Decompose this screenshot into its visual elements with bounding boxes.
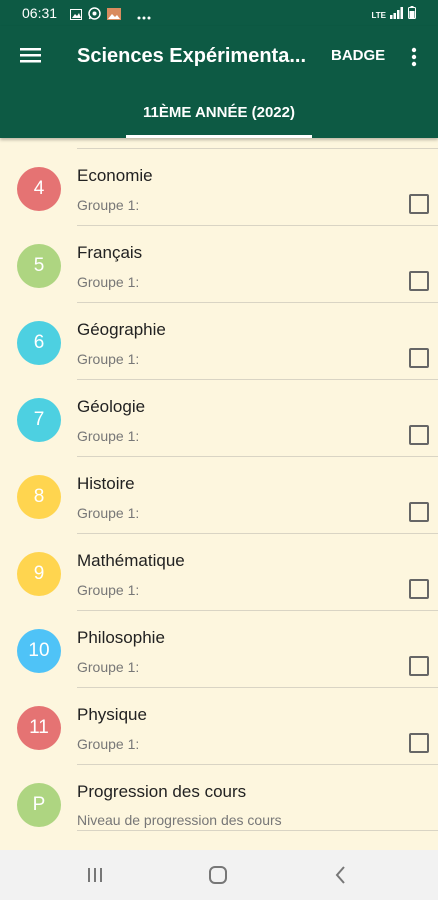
battery-icon bbox=[408, 6, 416, 24]
subject-group: Groupe 1: bbox=[77, 505, 140, 521]
recent-apps-icon bbox=[80, 868, 110, 892]
progress-badge: P bbox=[17, 783, 61, 827]
lte-icon: LTE bbox=[371, 10, 386, 20]
list-divider bbox=[77, 830, 438, 831]
list-item[interactable]: 8 Histoire Groupe 1: bbox=[0, 457, 438, 534]
subject-title: Géographie bbox=[77, 320, 166, 339]
subject-number-badge: 7 bbox=[17, 398, 61, 442]
recent-apps-button[interactable] bbox=[80, 862, 110, 888]
subject-number-badge: 6 bbox=[17, 321, 61, 365]
menu-button[interactable] bbox=[14, 38, 48, 72]
subject-checkbox[interactable] bbox=[409, 502, 429, 522]
subject-checkbox[interactable] bbox=[409, 656, 429, 676]
hamburger-menu-icon bbox=[14, 48, 48, 76]
list-item[interactable]: 6 Géographie Groupe 1: bbox=[0, 303, 438, 380]
subject-group: Groupe 1: bbox=[77, 351, 140, 367]
back-icon bbox=[326, 866, 356, 892]
badge-button[interactable]: BADGE bbox=[331, 47, 385, 64]
system-navigation-bar bbox=[0, 850, 438, 900]
signal-icon bbox=[390, 6, 404, 24]
subject-checkbox[interactable] bbox=[409, 348, 429, 368]
back-button[interactable] bbox=[326, 862, 356, 888]
subject-number-badge: 11 bbox=[17, 706, 61, 750]
subject-number-badge: 4 bbox=[17, 167, 61, 211]
tab-11eme-annee[interactable]: 11ÈME ANNÉE (2022) bbox=[126, 100, 312, 138]
progress-title: Progression des cours bbox=[77, 782, 247, 801]
progress-item[interactable]: P Progression des cours Niveau de progre… bbox=[0, 765, 438, 842]
home-button[interactable] bbox=[203, 862, 233, 888]
subject-list[interactable]: 4 Economie Groupe 1: 5 Français Groupe 1… bbox=[0, 138, 438, 850]
subject-group: Groupe 1: bbox=[77, 197, 140, 213]
list-item[interactable]: 11 Physique Groupe 1: bbox=[0, 688, 438, 765]
status-time: 06:31 bbox=[22, 5, 58, 21]
subject-number-badge: 5 bbox=[17, 244, 61, 288]
status-bar: 06:31 LTE bbox=[0, 0, 438, 26]
list-item[interactable]: 7 Géologie Groupe 1: bbox=[0, 380, 438, 457]
subject-title: Géologie bbox=[77, 397, 146, 416]
progress-subtitle: Niveau de progression des cours bbox=[77, 812, 282, 828]
subject-checkbox[interactable] bbox=[409, 271, 429, 291]
subject-group: Groupe 1: bbox=[77, 659, 140, 675]
app-bar: Sciences Expérimenta... BADGE 11ÈME ANNÉ… bbox=[0, 26, 438, 138]
list-item[interactable]: 5 Français Groupe 1: bbox=[0, 226, 438, 303]
tab-label: 11ÈME ANNÉE (2022) bbox=[142, 104, 295, 121]
subject-group: Groupe 1: bbox=[77, 582, 140, 598]
subject-title: Economie bbox=[77, 166, 153, 185]
system-icons: LTE bbox=[371, 6, 416, 24]
subject-group: Groupe 1: bbox=[77, 274, 140, 290]
subject-title: Français bbox=[77, 243, 143, 262]
subject-title: Physique bbox=[77, 705, 147, 724]
subject-checkbox[interactable] bbox=[409, 194, 429, 214]
subject-number-badge: 10 bbox=[17, 629, 61, 673]
whatsapp-icon bbox=[88, 7, 101, 25]
subject-title: Mathématique bbox=[77, 551, 185, 570]
subject-checkbox[interactable] bbox=[409, 425, 429, 445]
subject-checkbox[interactable] bbox=[409, 733, 429, 753]
subject-title: Philosophie bbox=[77, 628, 165, 647]
subject-group: Groupe 1: bbox=[77, 428, 140, 444]
subject-group: Groupe 1: bbox=[77, 736, 140, 752]
home-icon bbox=[203, 866, 233, 892]
subject-title: Histoire bbox=[77, 474, 135, 493]
more-vert-icon bbox=[402, 47, 426, 76]
page-title: Sciences Expérimenta... bbox=[77, 45, 307, 67]
list-item[interactable]: 9 Mathématique Groupe 1: bbox=[0, 534, 438, 611]
gallery-icon bbox=[70, 7, 82, 25]
subject-number-badge: 8 bbox=[17, 475, 61, 519]
notification-icons bbox=[70, 7, 151, 25]
more-dots-icon bbox=[137, 7, 151, 25]
subject-number-badge: 9 bbox=[17, 552, 61, 596]
subject-checkbox[interactable] bbox=[409, 579, 429, 599]
photo-icon bbox=[107, 7, 121, 25]
overflow-menu-button[interactable] bbox=[402, 42, 426, 72]
list-item[interactable]: 4 Economie Groupe 1: bbox=[0, 149, 438, 226]
list-item[interactable]: 10 Philosophie Groupe 1: bbox=[0, 611, 438, 688]
